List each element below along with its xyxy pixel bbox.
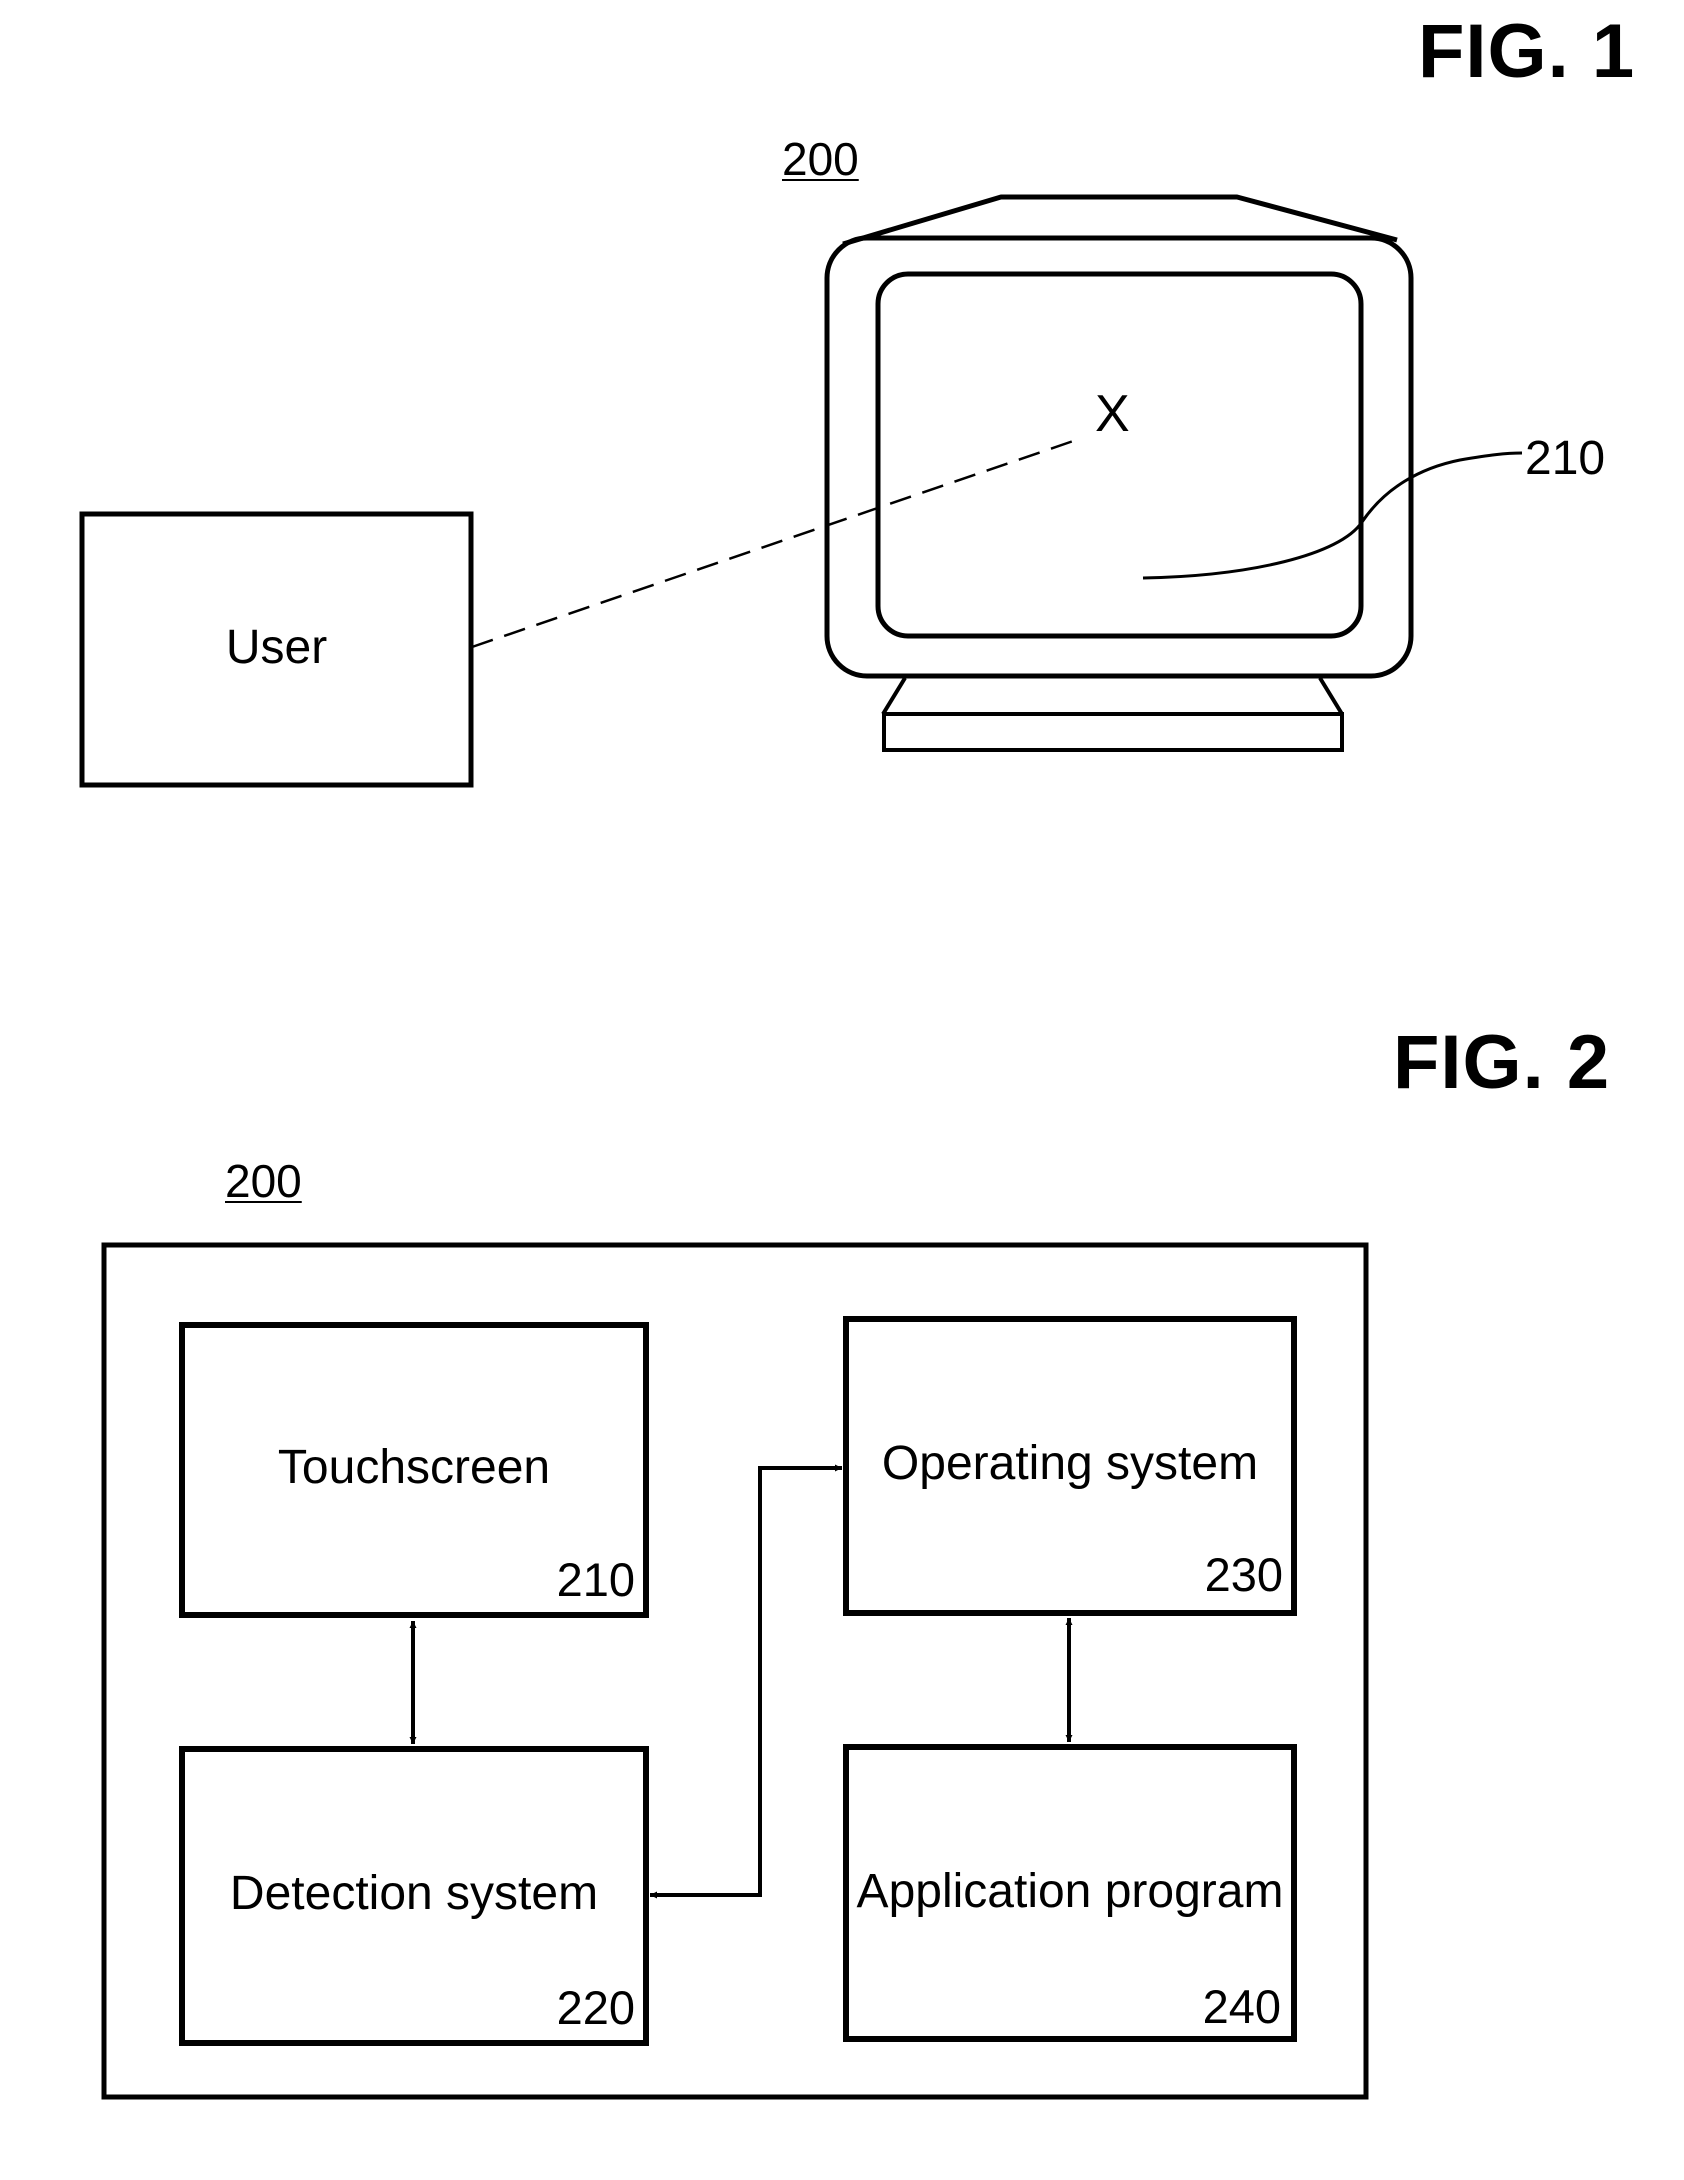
block-operating-system: Operating system 230 xyxy=(843,1316,1297,1616)
figure-2-device-ref: 200 xyxy=(225,1155,302,1207)
block-detection-system: Detection system 220 xyxy=(179,1746,649,2046)
monitor-icon xyxy=(824,194,1414,752)
monitor-body xyxy=(824,235,1414,679)
block-number: 210 xyxy=(556,1553,635,1606)
figure-1-device-ref: 200 xyxy=(782,133,859,185)
monitor-screen xyxy=(875,271,1364,639)
monitor-stand-base xyxy=(882,712,1344,752)
screen-leader-line xyxy=(1142,451,1523,580)
block-label: Application program xyxy=(856,1865,1284,1918)
figure-2-title: FIG. 2 xyxy=(1393,1020,1611,1105)
block-application-program: Application program 240 xyxy=(843,1744,1297,2042)
block-number: 240 xyxy=(1202,1980,1281,2033)
block-number: 230 xyxy=(1204,1548,1283,1601)
figure-1-title: FIG. 1 xyxy=(1418,9,1636,94)
block-label: Touchscreen xyxy=(277,1441,551,1494)
arrow-detection-os xyxy=(650,1464,842,1899)
target-mark: X xyxy=(1095,385,1130,443)
block-label: Detection system xyxy=(229,1867,599,1920)
block-number: 220 xyxy=(556,1981,635,2034)
block-label: Operating system xyxy=(881,1437,1259,1490)
gaze-dashed-line xyxy=(471,436,1083,649)
user-label: User xyxy=(225,621,328,674)
block-touchscreen: Touchscreen 210 xyxy=(179,1322,649,1618)
monitor-stand-neck xyxy=(881,676,1344,716)
figure-1-screen-ref: 210 xyxy=(1525,432,1606,485)
